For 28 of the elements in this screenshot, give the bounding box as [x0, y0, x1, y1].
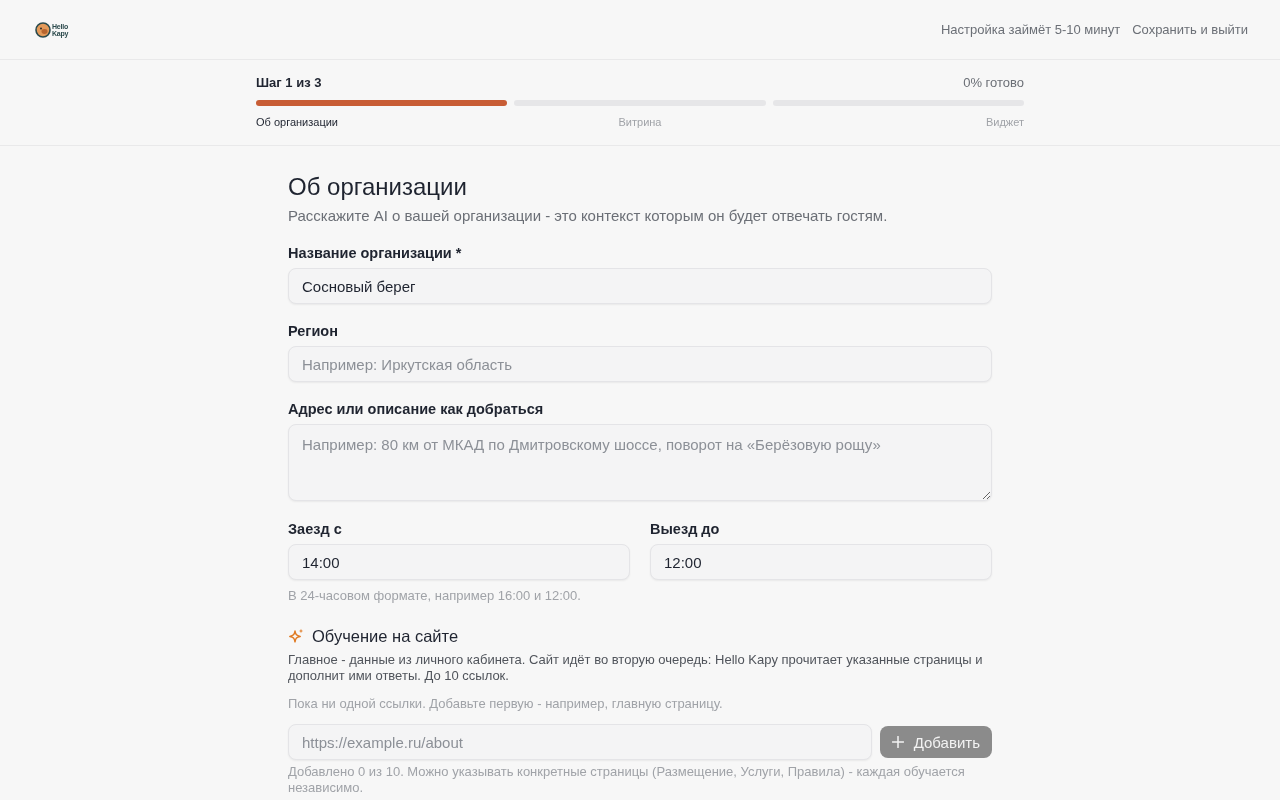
step-counter: Шаг 1 из 3 [256, 74, 322, 92]
page-subtitle: Расскажите AI о вашей организации - это контекст которым он будет отвечать гостям. [288, 206, 889, 226]
time-input-field[interactable]: 12:00 [650, 544, 992, 580]
sparkle-icon [288, 627, 304, 645]
section-description: Главное - данные из личного кабинета. Сайт идёт во вторую очередь: Hello Kapy прочитает указанные страницы и дополнит ими ответы. До 10 ссылок. [288, 652, 984, 684]
field-label: Заезд с [288, 520, 343, 539]
time-format-hint: В 24-часовом формате, например 16:00 и 12:00. [288, 587, 582, 605]
field-label: Адрес или описание как добраться [288, 400, 545, 419]
page-title: Об организации [288, 172, 468, 202]
field-label: Регион [288, 322, 339, 341]
step-label: Об организации [256, 115, 338, 129]
input-field[interactable]: Сосновый берег [288, 268, 992, 304]
step-label: Виджет [985, 115, 1024, 129]
field-label: Выезд до [650, 520, 721, 539]
progress-percent: 0% готово [963, 74, 1024, 92]
duration-note: Настройка займёт 5-10 минут [940, 22, 1121, 37]
time-input-field[interactable]: 14:00 [288, 544, 630, 580]
section-title: Обучение на сайте [312, 626, 459, 647]
url-input-field[interactable]: https://example.ru/about [288, 724, 872, 760]
step-label: Витрина [618, 115, 662, 129]
plus-icon [891, 736, 904, 748]
empty-state-note: Пока ни одной ссылки. Добавьте первую - например, главную страницу. [288, 696, 724, 712]
input-field[interactable]: Например: Иркутская область [288, 346, 992, 382]
field-label: Название организации * [288, 244, 463, 263]
save-and-exit-link[interactable]: Сохранить и выйти [1132, 22, 1248, 37]
mascot-logo-icon [35, 21, 51, 38]
links-hint: Добавлено 0 из 10. Можно указывать конкретные страницы (Размещение, Услуги, Правила) - каждая обучается независимо. [288, 764, 966, 796]
textarea-field[interactable]: Например: 80 км от МКАД по Дмитровскому шоссе, поворот на «Берёзовую рощу» [288, 424, 992, 501]
